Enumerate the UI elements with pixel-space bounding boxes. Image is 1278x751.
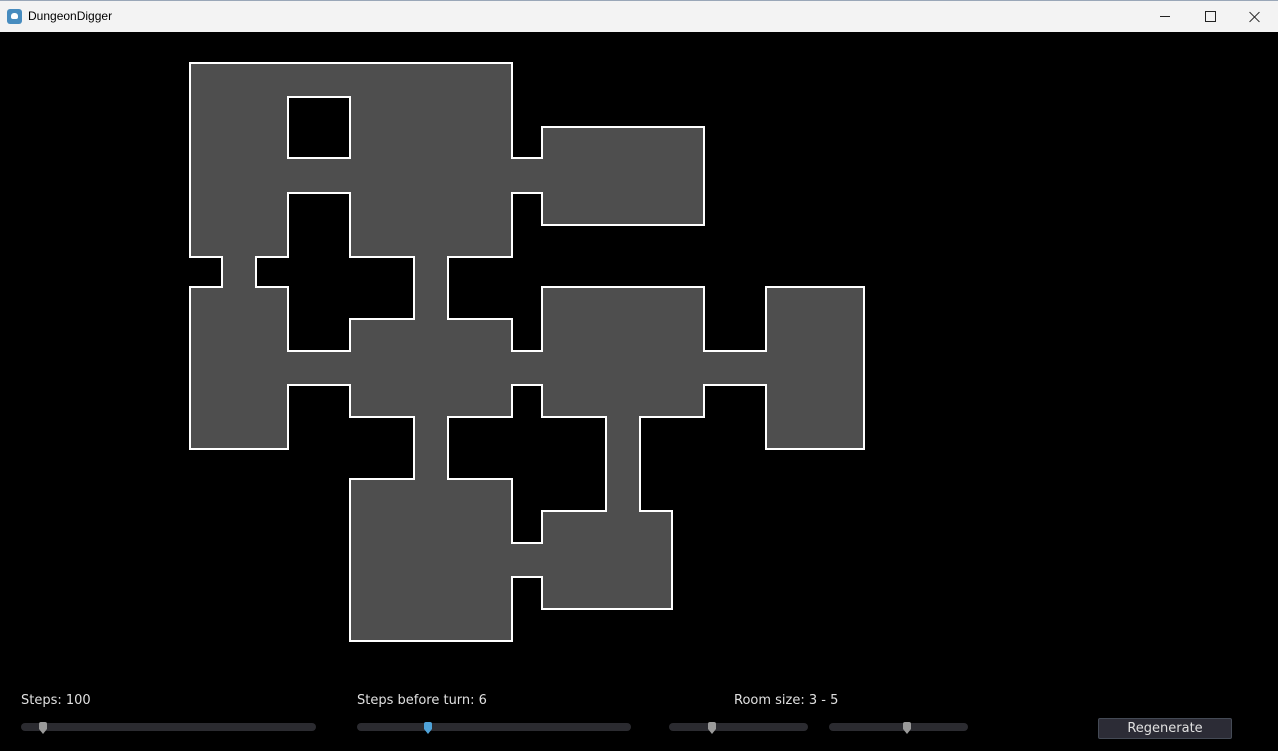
room-size-min-slider-track xyxy=(669,723,808,731)
maximize-icon xyxy=(1204,11,1216,22)
steps-slider-track xyxy=(21,723,316,731)
steps-before-turn-label: Steps before turn: 6 xyxy=(357,693,487,708)
close-button[interactable] xyxy=(1232,1,1278,32)
minimize-button[interactable] xyxy=(1142,1,1188,32)
room-size-max-slider-track xyxy=(829,723,968,731)
steps-label: Steps: 100 xyxy=(21,693,91,708)
room-size-max-slider[interactable] xyxy=(829,722,968,734)
dungeon-floor xyxy=(189,62,865,642)
room-size-label: Room size: 3 - 5 xyxy=(734,693,839,708)
window-title: DungeonDigger xyxy=(28,9,113,23)
maximize-button[interactable] xyxy=(1187,1,1233,32)
close-icon xyxy=(1249,11,1261,23)
minimize-icon xyxy=(1160,16,1170,17)
game-viewport: Steps: 100 Steps before turn: 6 Room siz… xyxy=(0,32,1278,751)
room-size-min-slider-grabber-icon[interactable] xyxy=(707,722,717,734)
steps-slider[interactable] xyxy=(21,722,316,734)
steps-before-turn-slider[interactable] xyxy=(357,722,631,734)
room-size-min-slider[interactable] xyxy=(669,722,808,734)
steps-before-turn-slider-grabber-icon[interactable] xyxy=(423,722,433,734)
title-bar[interactable]: DungeonDigger xyxy=(0,0,1278,32)
dungeon-map xyxy=(189,62,865,642)
regenerate-button[interactable]: Regenerate xyxy=(1098,718,1232,739)
steps-slider-grabber-icon[interactable] xyxy=(38,722,48,734)
godot-icon xyxy=(7,9,22,24)
steps-before-turn-slider-track xyxy=(357,723,631,731)
room-size-max-slider-grabber-icon[interactable] xyxy=(902,722,912,734)
